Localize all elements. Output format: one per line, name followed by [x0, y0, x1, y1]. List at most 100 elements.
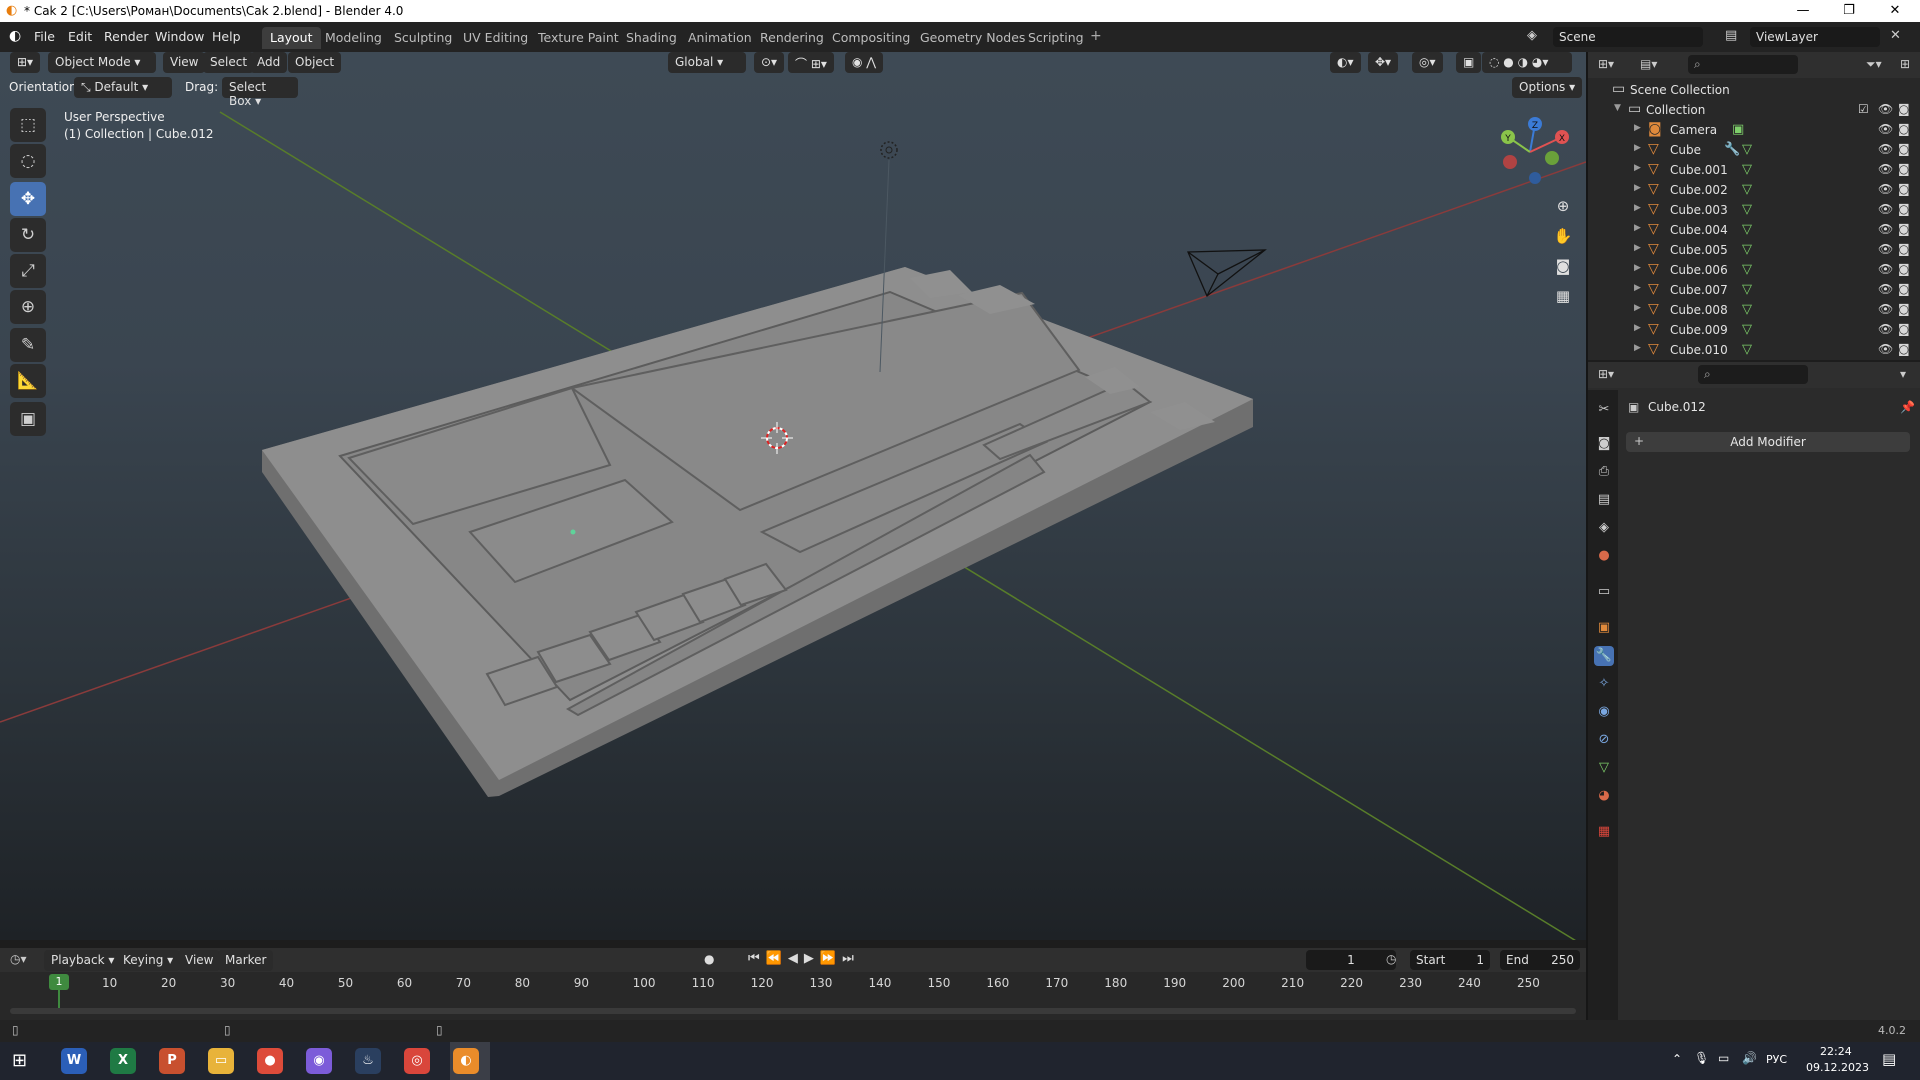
menu-window[interactable]: Window	[155, 29, 204, 44]
zoom-icon[interactable]: ⊕	[1550, 193, 1576, 219]
scene-icon[interactable]: ◈	[1527, 28, 1537, 43]
new-collection-icon[interactable]: ⊞	[1900, 57, 1910, 71]
object-tab-icon[interactable]: ▣	[1594, 618, 1614, 638]
eye-icon[interactable]: 👁	[1878, 242, 1893, 256]
timeline-menu-marker[interactable]: Marker	[218, 950, 274, 971]
filter-icon[interactable]: ⏷▾	[1866, 57, 1882, 72]
eye-icon[interactable]: 👁	[1878, 162, 1893, 176]
tool-select-box[interactable]: ⬚	[10, 108, 46, 142]
tool-scale[interactable]: ⤢	[10, 254, 46, 288]
mesh-data-icon[interactable]: ▽	[1742, 282, 1752, 297]
tab-modeling[interactable]: Modeling	[317, 27, 390, 49]
end-frame-field[interactable]: End 250	[1500, 950, 1580, 970]
texture-tab-icon[interactable]: ▦	[1594, 822, 1614, 842]
render-camera-icon[interactable]: ◙	[1898, 202, 1910, 216]
display-mode-icon[interactable]: ▤▾	[1640, 57, 1657, 71]
orientation-dropdown[interactable]: ⤡ Default ▾	[74, 77, 172, 98]
visibility-button[interactable]: ◐▾	[1330, 52, 1361, 73]
world-tab-icon[interactable]: ●	[1594, 546, 1614, 566]
outliner-item[interactable]: ▶ ▽ Cube.008 ▽ 👁 ◙	[1588, 300, 1920, 320]
tool-move[interactable]: ✥	[10, 182, 46, 216]
mesh-data-icon[interactable]: ▽	[1742, 242, 1752, 257]
mode-dropdown[interactable]: Object Mode ▾	[48, 52, 156, 73]
expand-arrow-icon[interactable]: ▶	[1634, 203, 1641, 213]
preview-range-icon[interactable]: ◷	[1386, 952, 1396, 966]
expand-arrow-icon[interactable]: ▶	[1634, 303, 1641, 313]
view-layer-icon[interactable]: ▤	[1725, 28, 1737, 43]
mesh-data-icon[interactable]: ▽	[1742, 162, 1752, 177]
tool-measure[interactable]: 📐	[10, 364, 46, 398]
steam-taskbar-icon[interactable]: ♨	[355, 1048, 381, 1074]
collection-render-icon[interactable]: ◙	[1898, 102, 1910, 116]
outliner-item[interactable]: ▶ ▽ Cube.009 ▽ 👁 ◙	[1588, 320, 1920, 340]
camera-view-icon[interactable]: ◙	[1550, 253, 1576, 279]
material-tab-icon[interactable]: ◕	[1594, 786, 1614, 806]
tab-layout[interactable]: Layout	[262, 27, 321, 49]
expand-arrow-icon[interactable]: ▶	[1634, 223, 1641, 233]
close-button[interactable]: ✕	[1872, 0, 1918, 22]
outliner-collection[interactable]: ▼ ▭ Collection ☑ 👁 ◙	[1588, 100, 1920, 120]
tab-geometry-nodes[interactable]: Geometry Nodes	[912, 27, 1033, 49]
collection-tab-icon[interactable]: ▭	[1594, 582, 1614, 602]
volume-icon[interactable]: 🔊	[1742, 1051, 1757, 1065]
pin-icon[interactable]: 📌	[1900, 400, 1915, 414]
render-camera-icon[interactable]: ◙	[1898, 262, 1910, 276]
render-camera-icon[interactable]: ◙	[1898, 302, 1910, 316]
chrome-taskbar-icon[interactable]: ●	[257, 1048, 283, 1074]
navigation-gizmo[interactable]: Z Y X	[1490, 112, 1570, 192]
viewport-menu-object[interactable]: Object	[288, 52, 342, 73]
add-modifier-button[interactable]: + Add Modifier	[1626, 432, 1910, 452]
menu-edit[interactable]: Edit	[68, 29, 92, 44]
pivot-point-button[interactable]: ⊙▾	[754, 52, 785, 73]
start-frame-field[interactable]: Start 1	[1410, 950, 1490, 970]
collection-checkbox[interactable]: ☑	[1858, 102, 1869, 116]
shading-mode-buttons[interactable]: ◌ ● ◑ ◕▾	[1482, 52, 1572, 73]
expand-arrow-icon[interactable]: ▶	[1634, 123, 1641, 133]
tab-compositing[interactable]: Compositing	[824, 27, 918, 49]
expand-arrow-icon[interactable]: ▶	[1634, 183, 1641, 193]
render-camera-icon[interactable]: ◙	[1898, 242, 1910, 256]
scene-field[interactable]: Scene	[1553, 27, 1703, 47]
viewport-menu-view[interactable]: View	[163, 52, 206, 73]
drag-dropdown[interactable]: Select Box ▾	[222, 77, 298, 108]
close-view-layer-icon[interactable]: ✕	[1890, 28, 1901, 43]
viewport-menu-add[interactable]: Add	[250, 52, 288, 73]
eye-icon[interactable]: 👁	[1878, 342, 1893, 356]
outliner-scene-collection[interactable]: ▭ Scene Collection	[1588, 80, 1920, 100]
menu-render[interactable]: Render	[104, 29, 149, 44]
modifier-tab-icon[interactable]: 🔧	[1594, 646, 1614, 666]
tab-rendering[interactable]: Rendering	[752, 27, 832, 49]
tool-tab-icon[interactable]: ✂	[1594, 400, 1614, 420]
modifier-wrench-icon[interactable]: 🔧	[1724, 142, 1740, 157]
tool-cursor[interactable]: ◌	[10, 144, 46, 178]
outliner-item[interactable]: ▶ ▽ Cube.004 ▽ 👁 ◙	[1588, 220, 1920, 240]
eye-icon[interactable]: 👁	[1878, 122, 1893, 136]
mesh-data-icon[interactable]: ▽	[1742, 322, 1752, 337]
mesh-data-icon[interactable]: ▽	[1742, 222, 1752, 237]
excel-taskbar-icon[interactable]: X	[110, 1048, 136, 1074]
data-tab-icon[interactable]: ▽	[1594, 758, 1614, 778]
render-camera-icon[interactable]: ◙	[1898, 322, 1910, 336]
scene-tab-icon[interactable]: ◈	[1594, 518, 1614, 538]
perspective-toggle-icon[interactable]: ▦	[1550, 283, 1576, 309]
particles-tab-icon[interactable]: ✧	[1594, 674, 1614, 694]
mesh-data-icon[interactable]: ▽	[1742, 302, 1752, 317]
render-camera-icon[interactable]: ◙	[1898, 182, 1910, 196]
word-taskbar-icon[interactable]: W	[61, 1048, 87, 1074]
view-layer-field[interactable]: ViewLayer	[1750, 27, 1880, 47]
chrome-profile-taskbar-icon[interactable]: ◎	[404, 1048, 430, 1074]
expand-arrow-icon[interactable]: ▶	[1634, 163, 1641, 173]
properties-options-icon[interactable]: ▾	[1900, 367, 1906, 381]
xray-toggle-button[interactable]: ▣	[1456, 52, 1482, 73]
restore-button[interactable]: ❐	[1826, 0, 1872, 22]
network-icon[interactable]: ▭	[1718, 1051, 1729, 1065]
render-camera-icon[interactable]: ◙	[1898, 162, 1910, 176]
gizmo-toggle-button[interactable]: ✥▾	[1368, 52, 1399, 73]
tab-animation[interactable]: Animation	[680, 27, 760, 49]
overlay-toggle-button[interactable]: ◎▾	[1412, 52, 1443, 73]
blender-menu-icon[interactable]: ◐	[9, 28, 21, 44]
eye-icon[interactable]: 👁	[1878, 222, 1893, 236]
pan-hand-icon[interactable]: ✋	[1550, 223, 1576, 249]
properties-editor-icon[interactable]: ⊞▾	[1598, 367, 1614, 381]
outliner-item[interactable]: ▶ ▽ Cube.010 ▽ 👁 ◙	[1588, 340, 1920, 360]
